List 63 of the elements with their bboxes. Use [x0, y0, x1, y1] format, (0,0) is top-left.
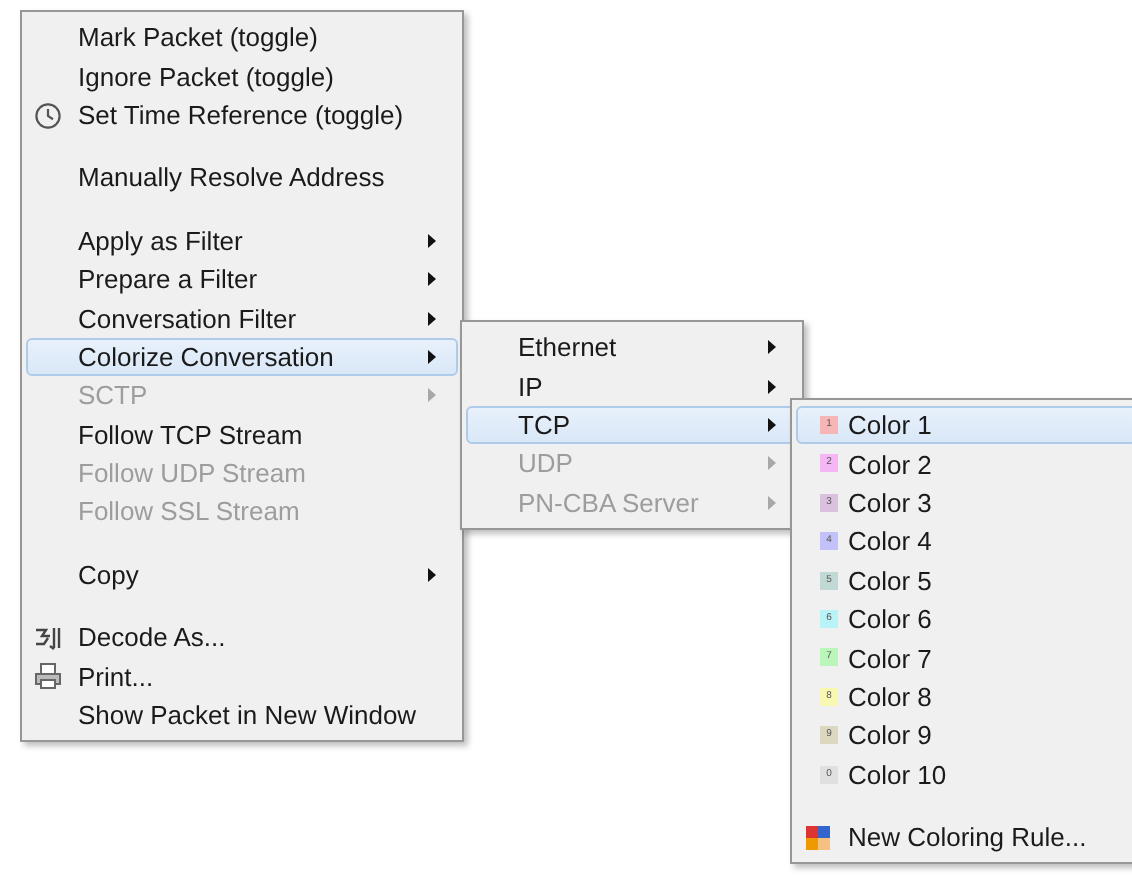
menu-item[interactable]: Mark Packet (toggle)	[26, 18, 458, 57]
menu-item[interactable]: Print...	[26, 656, 458, 696]
menu-item-label: PN-CBA Server	[518, 487, 701, 518]
menu-item-label: SCTP	[78, 380, 150, 411]
coloring-rule-icon	[804, 823, 832, 852]
menu-item[interactable]: Show Packet in New Window	[26, 695, 458, 735]
menu-item-label: Follow TCP Stream	[78, 419, 305, 450]
menu-item[interactable]: Copy	[26, 555, 458, 595]
printer-icon	[34, 662, 62, 691]
submenu-arrow-icon	[768, 456, 776, 471]
menu-item-label: Manually Resolve Address	[78, 162, 387, 193]
menu-item[interactable]: Colorize Conversation	[26, 337, 458, 377]
menu-item-label: Print...	[78, 661, 156, 692]
submenu-arrow-icon	[428, 567, 436, 582]
menu-item-label: IP	[518, 371, 545, 402]
clock-icon	[34, 101, 62, 130]
submenu-arrow-icon	[428, 349, 436, 364]
menu-item[interactable]: Ethernet	[466, 328, 798, 367]
menu-item-label: Mark Packet (toggle)	[78, 22, 320, 53]
menu-item-label: Color 6	[848, 604, 934, 635]
menu-item-label: Color 3	[848, 487, 934, 518]
menu-item-label: Conversation Filter	[78, 303, 299, 334]
submenu-arrow-icon	[428, 388, 436, 403]
menu-item-label: Ignore Packet (toggle)	[78, 61, 336, 92]
submenu-arrow-icon	[428, 233, 436, 248]
menu-item-label: Color 10	[848, 759, 949, 790]
menu-item-label: Show Packet in New Window	[78, 700, 419, 731]
menu-item-label: TCP	[518, 409, 572, 440]
menu-item-label: Color 1	[848, 410, 934, 441]
menu-item-label: Decode As...	[78, 622, 228, 653]
menu-item[interactable]: New Coloring Rule...	[796, 817, 1132, 857]
menu-item-label: Follow SSL Stream	[78, 496, 302, 527]
menu-item-label: Set Time Reference (toggle)	[78, 99, 406, 130]
menu-item-label: Ethernet	[518, 332, 619, 363]
menu-item-label: Color 7	[848, 643, 934, 674]
menu-item-label: UDP	[518, 448, 575, 479]
menu-item-label: Color 9	[848, 720, 934, 751]
submenu-arrow-icon	[428, 272, 436, 287]
menu-item-label: Follow UDP Stream	[78, 458, 308, 489]
submenu-arrow-icon	[768, 495, 776, 510]
menu-item-label: Colorize Conversation	[78, 341, 336, 372]
menu-item[interactable]: Decode As...	[26, 618, 458, 657]
menu-item[interactable]: Prepare a Filter	[26, 259, 458, 299]
menu-item-label: Color 5	[848, 565, 934, 596]
menu-item[interactable]: Manually Resolve Address	[26, 158, 458, 198]
menu-item[interactable]: Conversation Filter	[26, 298, 458, 338]
menu-item-label: Color 8	[848, 681, 934, 712]
menu-item[interactable]: Follow TCP Stream	[26, 415, 458, 454]
menu-item[interactable]: Apply as Filter	[26, 221, 458, 260]
menu-item-label: Prepare a Filter	[78, 264, 260, 295]
menu-item-label: Copy	[78, 559, 141, 590]
submenu-arrow-icon	[768, 379, 776, 394]
menu-item-label: Apply as Filter	[78, 225, 245, 256]
submenu-arrow-icon	[768, 340, 776, 355]
menu-item-label: New Coloring Rule...	[848, 822, 1089, 853]
menu-item[interactable]: Set Time Reference (toggle)	[26, 95, 458, 135]
submenu-arrow-icon	[768, 417, 776, 432]
decode-icon	[34, 624, 62, 653]
menu-item-label: Color 2	[848, 449, 934, 480]
submenu-arrow-icon	[428, 311, 436, 326]
menu-item[interactable]: IP	[466, 366, 798, 406]
menu-item-label: Color 4	[848, 526, 934, 557]
menu-item[interactable]: Ignore Packet (toggle)	[26, 56, 458, 96]
